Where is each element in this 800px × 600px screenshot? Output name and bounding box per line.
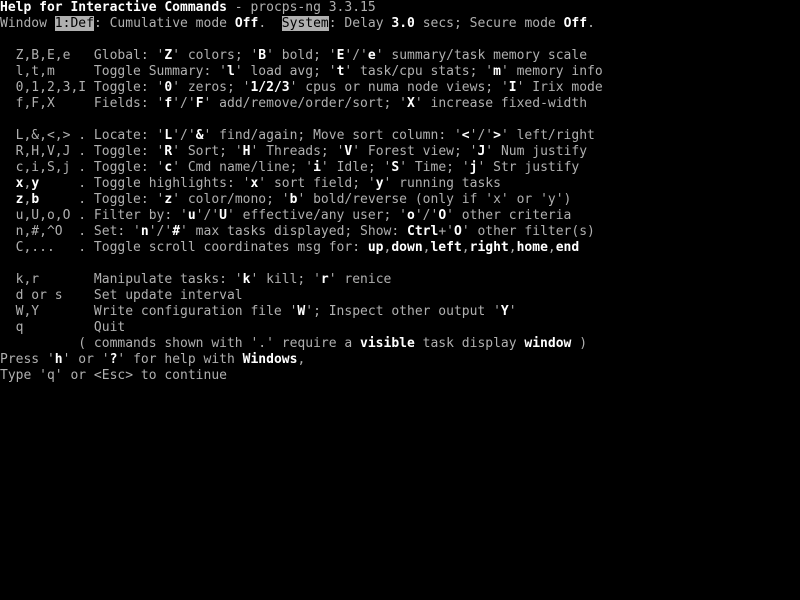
help-line: Z,B,E,e Global: 'Z' colors; 'B' bold; 'E… — [0, 48, 800, 64]
help-line: W,Y Write configuration file 'W'; Inspec… — [0, 304, 800, 320]
help-line: C,... . Toggle scroll coordinates msg fo… — [0, 240, 800, 256]
footnote: ( commands shown with '.' require a visi… — [0, 336, 800, 352]
help-screen: Help for Interactive Commands - procps-n… — [0, 0, 800, 384]
help-line: c,i,S,j . Toggle: 'c' Cmd name/line; 'i'… — [0, 160, 800, 176]
help-line: L,&,<,> . Locate: 'L'/'&' find/again; Mo… — [0, 128, 800, 144]
help-line: k,r Manipulate tasks: 'k' kill; 'r' reni… — [0, 272, 800, 288]
help-line: R,H,V,J . Toggle: 'R' Sort; 'H' Threads;… — [0, 144, 800, 160]
help-line: u,U,o,O . Filter by: 'u'/'U' effective/a… — [0, 208, 800, 224]
press-line: Press 'h' or '?' for help with Windows, — [0, 352, 800, 368]
title-line: Help for Interactive Commands - procps-n… — [0, 0, 800, 16]
help-line: q Quit — [0, 320, 800, 336]
help-line: n,#,^O . Set: 'n'/'#' max tasks displaye… — [0, 224, 800, 240]
help-line: d or s Set update interval — [0, 288, 800, 304]
help-line: l,t,m Toggle Summary: 'l' load avg; 't' … — [0, 64, 800, 80]
help-line: 0,1,2,3,I Toggle: '0' zeros; '1/2/3' cpu… — [0, 80, 800, 96]
status-line: Window 1:Def: Cumulative mode Off. Syste… — [0, 16, 800, 32]
help-line: x,y . Toggle highlights: 'x' sort field;… — [0, 176, 800, 192]
continue-line: Type 'q' or <Esc> to continue — [0, 368, 800, 384]
help-line: z,b . Toggle: 'z' color/mono; 'b' bold/r… — [0, 192, 800, 208]
help-line: f,F,X Fields: 'f'/'F' add/remove/order/s… — [0, 96, 800, 112]
